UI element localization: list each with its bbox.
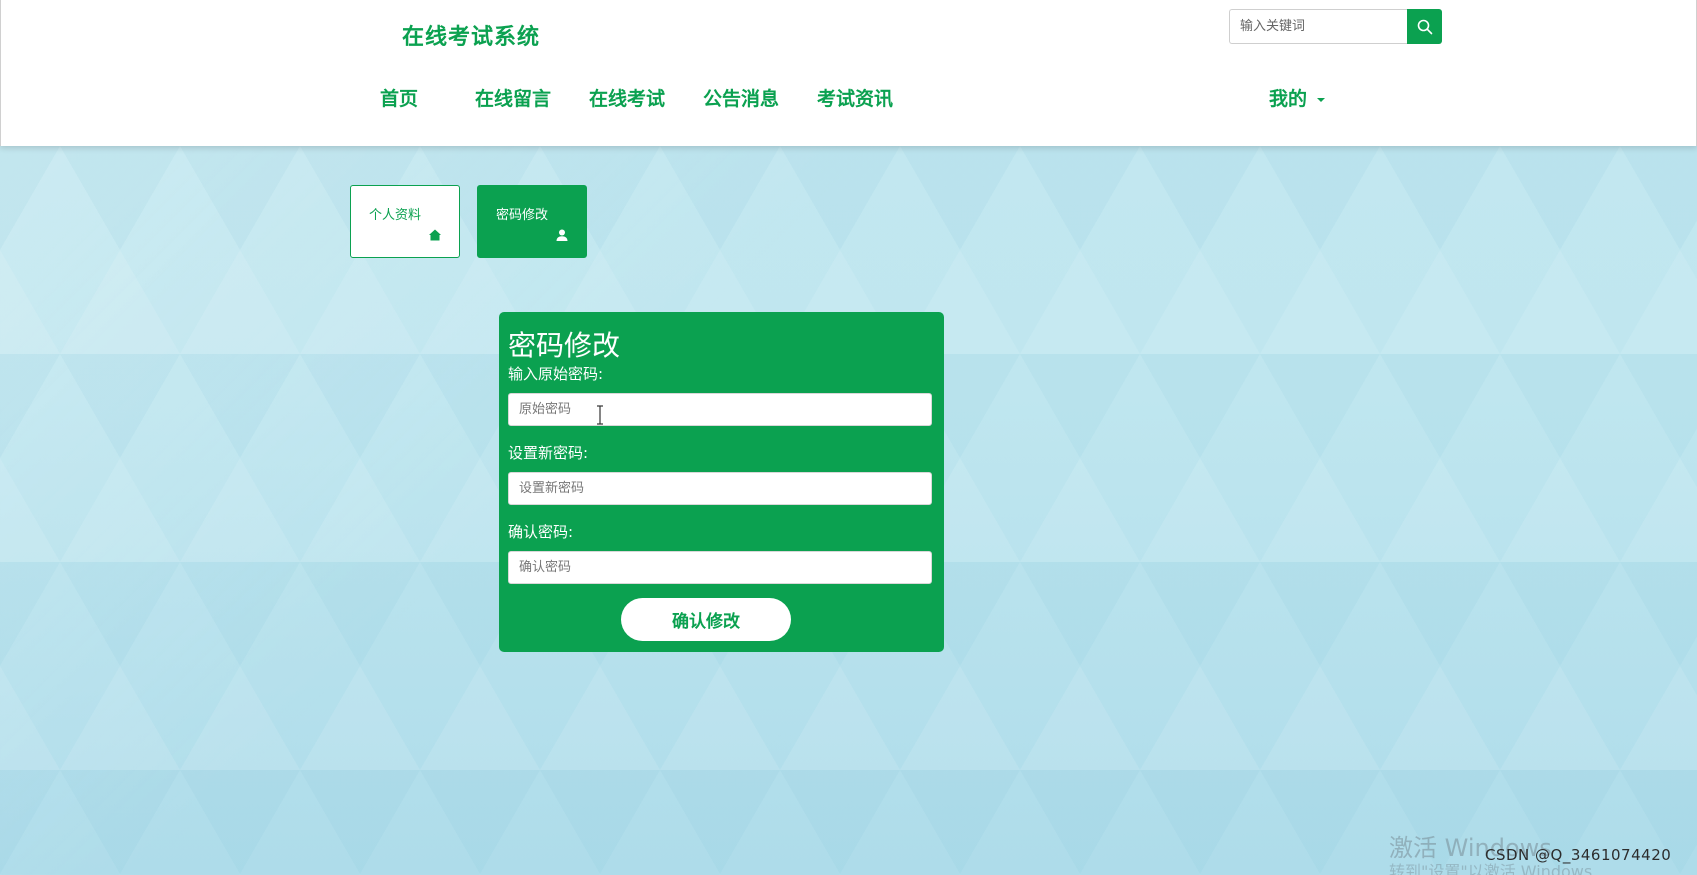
tab-profile-label: 个人资料: [369, 208, 422, 223]
confirm-change-button[interactable]: 确认修改: [621, 598, 791, 641]
nav-exam-news[interactable]: 考试资讯: [817, 84, 893, 111]
form-title: 密码修改: [508, 329, 621, 362]
search-icon: [1417, 19, 1432, 34]
main-nav: 首页 在线留言 在线考试 公告消息 考试资讯 我的: [1, 78, 1697, 118]
tab-password[interactable]: 密码修改: [477, 185, 587, 258]
search-bar: [1229, 9, 1442, 44]
nav-home[interactable]: 首页: [380, 84, 418, 111]
text-cursor-icon: [597, 405, 603, 425]
old-password-label: 输入原始密码:: [508, 365, 604, 383]
old-password-input[interactable]: [508, 393, 932, 426]
nav-me-dropdown[interactable]: 我的: [1269, 84, 1326, 111]
nav-online-exam[interactable]: 在线考试: [589, 84, 665, 111]
csdn-watermark: CSDN @Q_3461074420: [1485, 846, 1672, 864]
chevron-down-icon: [1317, 97, 1326, 102]
tab-profile[interactable]: 个人资料: [350, 185, 460, 258]
confirm-password-label: 确认密码:: [508, 523, 574, 541]
site-brand[interactable]: 在线考试系统: [402, 19, 540, 51]
confirm-password-input[interactable]: [508, 551, 932, 584]
password-form-panel: 密码修改 输入原始密码: 设置新密码: 确认密码: 确认修改: [499, 312, 944, 652]
nav-me-label: 我的: [1269, 88, 1308, 110]
tab-password-label: 密码修改: [496, 208, 549, 223]
new-password-label: 设置新密码:: [508, 444, 589, 462]
nav-messages[interactable]: 在线留言: [475, 84, 551, 111]
user-icon: [556, 229, 568, 241]
new-password-input[interactable]: [508, 472, 932, 505]
site-header: 在线考试系统 首页 在线留言 在线考试 公告消息 考试资讯 我的: [0, 0, 1697, 146]
search-button[interactable]: [1407, 9, 1442, 44]
home-icon: [429, 229, 441, 241]
nav-announcements[interactable]: 公告消息: [703, 84, 779, 111]
search-input[interactable]: [1229, 9, 1407, 44]
